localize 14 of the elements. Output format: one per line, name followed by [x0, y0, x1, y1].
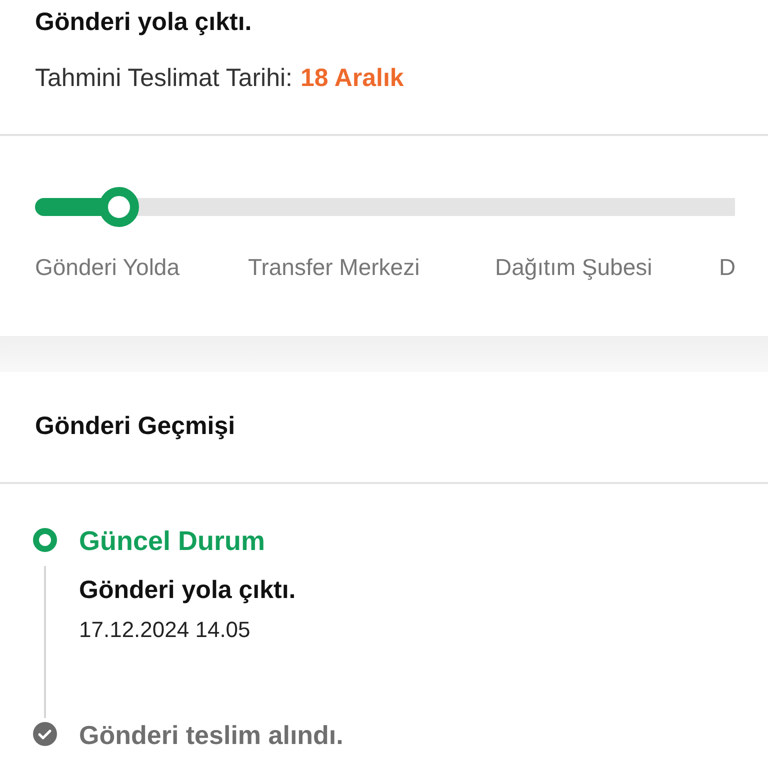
shipment-status-title: Gönderi yola çıktı.: [35, 7, 253, 38]
section-title: Gönderi Geçmişi: [35, 411, 236, 442]
current-status-icon: [33, 528, 57, 552]
check-circle-icon: [33, 722, 57, 746]
delivery-date: 18 Aralık: [300, 63, 404, 94]
step-label: Transfer Merkezi: [248, 254, 420, 280]
current-status-label: Güncel Durum: [79, 525, 266, 558]
event-time: 17.12.2024 14.05: [79, 616, 252, 644]
step-label: Gönderi Yolda: [35, 254, 180, 280]
step-label: D: [719, 254, 735, 280]
step-label: Dağıtım Şubesi: [495, 254, 652, 280]
event-title: Gönderi teslim alındı.: [79, 719, 344, 752]
delivery-estimate-label: Tahmini Teslimat Tarihi:: [35, 63, 293, 94]
event-title: Gönderi yola çıktı.: [79, 575, 296, 606]
